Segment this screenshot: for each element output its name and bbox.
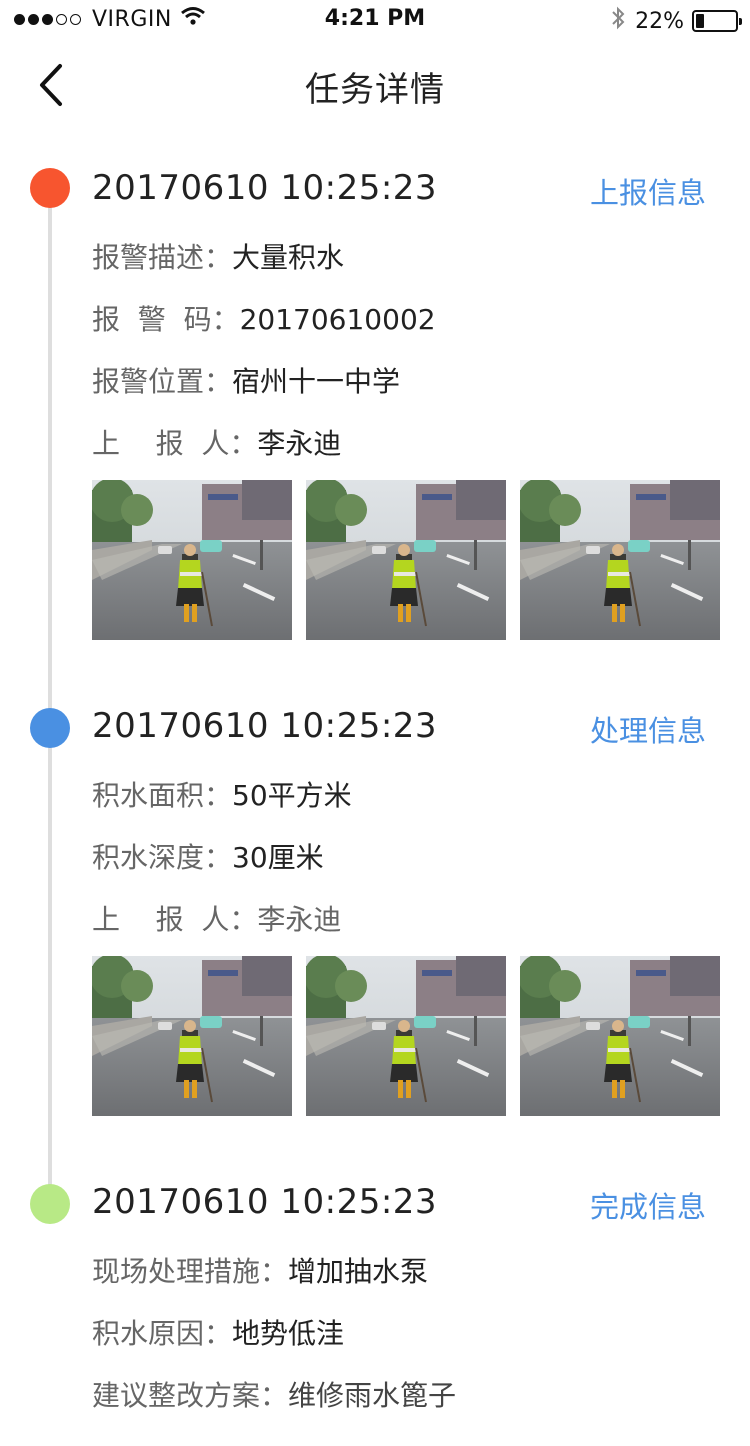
timeline-marker-complete (30, 1184, 70, 1224)
process-info-link[interactable]: 处理信息 (590, 708, 706, 750)
report-info-link[interactable]: 上报信息 (590, 170, 706, 212)
process-field: 积水深度：30厘米 (92, 836, 324, 876)
battery-area: 22% (611, 6, 742, 36)
field-label: 积水深度： (92, 841, 233, 874)
process-timestamp: 20170610 10:25:23 (92, 706, 438, 746)
field-value: 李永迪 (257, 903, 342, 936)
field-value: 20170610002 (239, 303, 436, 336)
field-value: 30厘米 (232, 841, 324, 874)
page-title: 任务详情 (305, 70, 445, 110)
battery-icon (692, 10, 742, 32)
timeline-marker-process (30, 708, 70, 748)
field-label: 报警位置： (92, 365, 233, 398)
report-photo-thumbnail[interactable] (306, 480, 506, 640)
bluetooth-icon (611, 6, 625, 36)
process-field: 上 报 人：李永迪 (92, 898, 341, 938)
report-photo-thumbnail[interactable] (520, 480, 720, 640)
report-field: 报警描述：大量积水 (92, 236, 344, 276)
complete-info-link[interactable]: 完成信息 (590, 1184, 706, 1226)
rainy-street-photo-icon (92, 956, 292, 1116)
process-field: 积水面积：50平方米 (92, 774, 352, 814)
rainy-street-photo-icon (306, 480, 506, 640)
timeline-line (48, 188, 52, 1204)
field-label: 上 报 人： (92, 903, 258, 936)
field-value: 地势低洼 (232, 1317, 345, 1350)
report-photo-thumbnail[interactable] (92, 480, 292, 640)
complete-field: 积水原因：地势低洼 (92, 1312, 344, 1352)
process-photo-gallery (92, 956, 720, 1116)
field-label: 现场处理措施： (92, 1255, 289, 1288)
battery-percent: 22% (635, 8, 684, 34)
field-label: 上 报 人： (92, 427, 258, 460)
status-bar: VIRGIN 4:21 PM 22% (0, 0, 750, 40)
field-label: 报 警 码： (92, 303, 240, 336)
rainy-street-photo-icon (520, 480, 720, 640)
rainy-street-photo-icon (520, 956, 720, 1116)
complete-timestamp: 20170610 10:25:23 (92, 1182, 438, 1222)
field-value: 大量积水 (232, 241, 345, 274)
report-field: 报 警 码：20170610002 (92, 298, 436, 338)
field-value: 维修雨水篦子 (288, 1379, 457, 1412)
complete-field: 建议整改方案：维修雨水篦子 (92, 1374, 456, 1414)
field-value: 50平方米 (232, 779, 352, 812)
rainy-street-photo-icon (306, 956, 506, 1116)
process-photo-thumbnail[interactable] (520, 956, 720, 1116)
report-field: 上 报 人：李永迪 (92, 422, 341, 462)
rainy-street-photo-icon (92, 480, 292, 640)
report-field: 报警位置：宿州十一中学 (92, 360, 400, 400)
field-label: 报警描述： (92, 241, 233, 274)
field-label: 积水面积： (92, 779, 233, 812)
nav-bar: 任务详情 (0, 40, 750, 130)
field-value: 增加抽水泵 (288, 1255, 429, 1288)
field-label: 建议整改方案： (92, 1379, 289, 1412)
report-photo-gallery (92, 480, 720, 640)
field-value: 李永迪 (257, 427, 342, 460)
field-value: 宿州十一中学 (232, 365, 401, 398)
report-timestamp: 20170610 10:25:23 (92, 168, 438, 208)
field-label: 积水原因： (92, 1317, 233, 1350)
process-photo-thumbnail[interactable] (92, 956, 292, 1116)
complete-field: 现场处理措施：增加抽水泵 (92, 1250, 428, 1290)
timeline-marker-report (30, 168, 70, 208)
process-photo-thumbnail[interactable] (306, 956, 506, 1116)
